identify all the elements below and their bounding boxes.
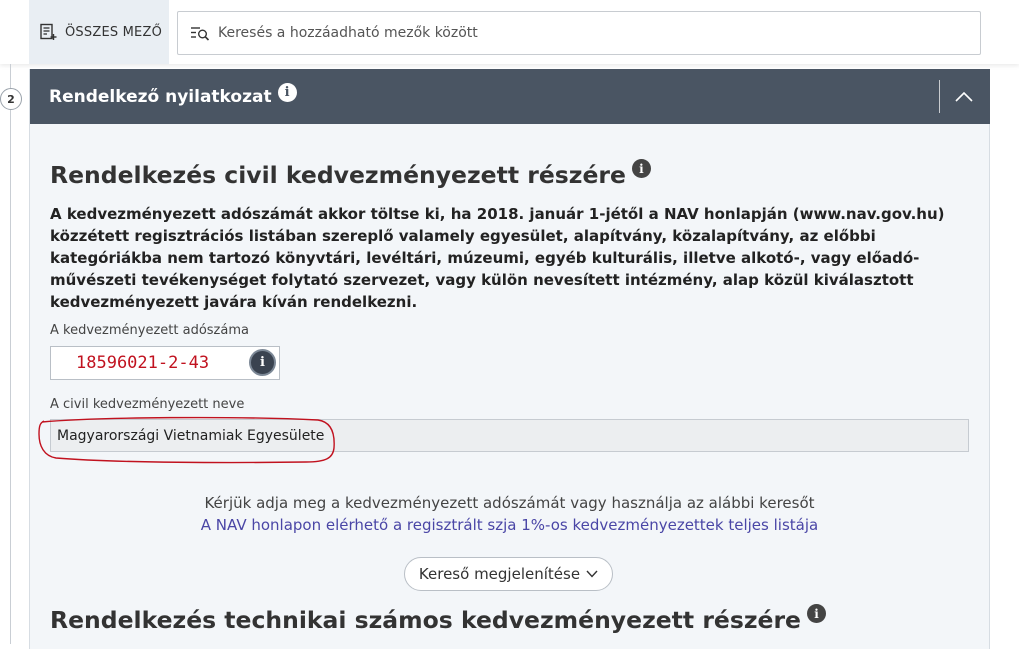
collapse-button[interactable] (948, 81, 980, 113)
technical-heading-text: Rendelkezés technikai számos kedvezménye… (50, 606, 801, 634)
civil-description: A kedvezményezett adószámát akkor töltse… (50, 205, 945, 311)
civil-heading: Rendelkezés civil kedvezményezett részér… (50, 159, 651, 189)
step-timeline (10, 64, 11, 644)
all-fields-label: ÖSSZES MEZŐ (65, 24, 163, 40)
nav-beneficiary-list-link[interactable]: A NAV honlapon elérhető a regisztrált sz… (0, 516, 1019, 534)
technical-info-icon[interactable]: i (807, 604, 826, 623)
header-divider (939, 80, 940, 113)
field-search[interactable] (177, 11, 981, 55)
step-number-badge: 2 (0, 88, 22, 110)
tax-info-icon[interactable]: i (249, 349, 276, 376)
civil-info-icon[interactable]: i (631, 159, 651, 178)
chevron-up-icon (955, 92, 973, 102)
chevron-down-icon (586, 570, 598, 578)
civil-heading-text: Rendelkezés civil kedvezményezett részér… (50, 161, 626, 189)
field-search-input[interactable] (218, 25, 958, 41)
beneficiary-name-label: A civil kedvezményezett neve (50, 397, 245, 412)
show-search-label: Kereső megjelenítése (418, 565, 581, 583)
section-title: Rendelkező nyilatkozat (49, 86, 272, 107)
technical-heading: Rendelkezés technikai számos kedvezménye… (50, 604, 826, 634)
tax-number-label: A kedvezményezett adószáma (50, 323, 249, 338)
form-list-add-icon (40, 23, 57, 40)
top-toolbar: ÖSSZES MEZŐ (0, 0, 1019, 64)
section-info-icon[interactable]: i (277, 83, 297, 102)
tax-number-value: 18596021-2-43 (76, 353, 210, 373)
tax-number-input[interactable]: 18596021-2-43 i (50, 346, 280, 380)
red-annotation-ellipse (38, 416, 335, 464)
section-header[interactable]: Rendelkező nyilatkozat i (30, 69, 990, 124)
list-search-icon (191, 27, 210, 41)
show-search-button[interactable]: Kereső megjelenítése (404, 557, 613, 591)
search-hint-text: Kérjük adja meg a kedvezményezett adószá… (204, 494, 815, 512)
all-fields-button[interactable]: ÖSSZES MEZŐ (29, 0, 169, 64)
